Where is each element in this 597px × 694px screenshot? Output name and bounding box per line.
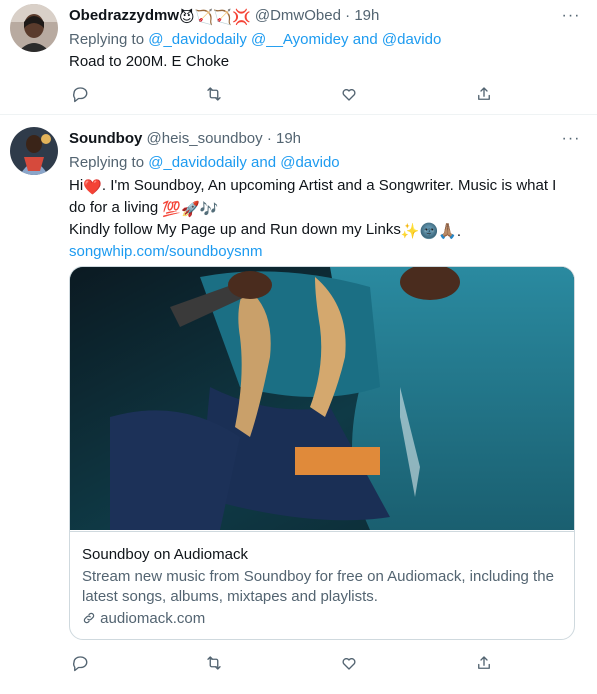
tweet-text-line: Kindly follow My Page up and Run down my… [69, 220, 579, 242]
link-icon [82, 611, 96, 625]
tweet-obedrazzydmw[interactable]: Obedrazzydmw😈🏹🏹💢 @DmwObed · 19h ··· Repl… [0, 0, 597, 115]
replying-to: Replying to @_davidodaily @__Ayomidey an… [69, 30, 441, 50]
card-title[interactable]: Soundboy on Audiomack [82, 545, 248, 565]
mention[interactable]: @davido [382, 31, 441, 48]
retweet-icon[interactable] [203, 652, 225, 674]
timestamp[interactable]: 19h [354, 7, 379, 24]
card-description: Stream new music from Soundboy for free … [82, 568, 554, 605]
handle[interactable]: @heis_soundboy [147, 130, 263, 147]
display-name[interactable]: Obedrazzydmw [69, 7, 179, 24]
card-domain[interactable]: audiomack.com [82, 609, 205, 629]
text-intro: . I'm Soundboy, An upcoming Artist and a… [101, 177, 557, 194]
card-image[interactable]: a [70, 267, 574, 530]
line3-emojis: ✨🌚🙏🏽. [400, 223, 462, 240]
name-emojis: 😈🏹🏹💢 [179, 9, 251, 26]
mention[interactable]: @davido [280, 154, 339, 171]
tweet-header: Obedrazzydmw😈🏹🏹💢 @DmwObed · 19h [69, 6, 379, 28]
display-name[interactable]: Soundboy [69, 130, 142, 147]
replying-prefix: Replying to [69, 154, 145, 171]
handle[interactable]: @DmwObed [255, 7, 341, 24]
tweet-actions [69, 652, 549, 674]
mention[interactable]: @_davidodaily [148, 31, 247, 48]
tweet-text: Road to 200M. E Choke [69, 53, 230, 70]
more-icon[interactable]: ··· [559, 129, 583, 149]
replying-prefix: Replying to [69, 31, 145, 48]
share-icon[interactable] [473, 652, 495, 674]
mention[interactable]: @__Ayomidey [251, 31, 349, 48]
text-living: do for a living [69, 199, 159, 216]
tweet-actions [69, 83, 549, 105]
like-icon[interactable] [338, 83, 360, 105]
more-icon[interactable]: ··· [559, 6, 583, 26]
tweet-link[interactable]: songwhip.com/soundboysnm [69, 243, 262, 260]
tweet-text: Hi❤️. I'm Soundboy, An upcoming Artist a… [69, 176, 579, 262]
mention-and[interactable]: and [251, 154, 276, 171]
text-hi: Hi [69, 177, 84, 194]
reply-icon[interactable] [69, 652, 91, 674]
retweet-icon[interactable] [203, 83, 225, 105]
share-icon[interactable] [473, 83, 495, 105]
like-icon[interactable] [338, 652, 360, 674]
separator: · [266, 130, 272, 147]
mention[interactable]: @_davidodaily [148, 154, 247, 171]
avatar[interactable] [10, 127, 58, 175]
heart-emoji: ❤️ [83, 179, 102, 196]
link-card[interactable]: a Soundboy on Audiomack Stream new music… [69, 266, 575, 640]
tweet-text-line: songwhip.com/soundboysnm [69, 242, 579, 262]
tweet-text-line: Hi❤️. I'm Soundboy, An upcoming Artist a… [69, 176, 579, 198]
tweet-header: Soundboy @heis_soundboy · 19h [69, 129, 301, 149]
mention-and[interactable]: and [353, 31, 378, 48]
separator: · [345, 7, 351, 24]
reply-icon[interactable] [69, 83, 91, 105]
tweet-text-line: do for a living 💯🚀🎶 [69, 198, 579, 220]
text-follow: Kindly follow My Page up and Run down my… [69, 221, 401, 238]
card-domain-text: audiomack.com [100, 610, 206, 627]
timestamp[interactable]: 19h [276, 130, 301, 147]
replying-to: Replying to @_davidodaily and @davido [69, 153, 340, 173]
avatar[interactable] [10, 4, 58, 52]
line2-emojis: 💯🚀🎶 [162, 201, 219, 218]
